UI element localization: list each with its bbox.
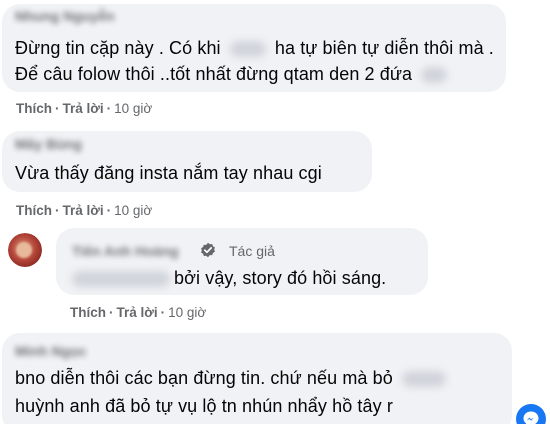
comment-text: ha tự biên tự diễn thôi mà .	[274, 38, 494, 58]
separator: ·	[106, 203, 112, 218]
comment-author[interactable]: Minh Ngọc	[15, 343, 87, 359]
redacted-name	[421, 67, 448, 84]
separator: ·	[55, 203, 60, 218]
separator: ·	[55, 101, 60, 116]
like-link[interactable]: Thích	[16, 101, 52, 116]
comment-text: huỳnh anh đã bỏ tự vụ lộ tn nhún nhẩy hồ…	[15, 396, 393, 416]
comment-text-line: bno diễn thôi các bạn đừng tin. chứ nếu …	[15, 368, 446, 389]
mention-tag[interactable]	[72, 271, 170, 288]
verified-check-icon	[200, 242, 216, 258]
timestamp[interactable]: 10 giờ	[114, 203, 152, 218]
separator: ·	[106, 101, 112, 116]
comment-actions: Thích · Trả lời · 10 giờ	[16, 101, 152, 116]
comment-text: bno diễn thôi các bạn đừng tin. chứ nếu …	[15, 368, 393, 388]
comment-text-line: Đừng tin cặp này . Có khi ha tự biên tự …	[15, 38, 494, 59]
comment-text-line: huỳnh anh đã bỏ tự vụ lộ tn nhún nhẩy hồ…	[15, 396, 393, 417]
messenger-icon[interactable]	[516, 404, 546, 424]
reply-link[interactable]: Trả lời	[117, 305, 158, 320]
avatar-face	[16, 242, 32, 258]
reply-link[interactable]: Trả lời	[63, 101, 104, 116]
comment-text-line: Để câu folow thôi ..tốt nhất đừng qtam d…	[15, 64, 448, 85]
avatar[interactable]	[8, 233, 42, 267]
comment-text: Vừa thấy đăng insta nắm tay nhau cgi	[15, 163, 322, 183]
timestamp[interactable]: 10 giờ	[114, 101, 152, 116]
redacted-name	[229, 41, 266, 58]
timestamp[interactable]: 10 giờ	[168, 305, 206, 320]
reply-text-line: bởi vậy, story đó hồi sáng.	[72, 268, 386, 289]
reply-text: bởi vậy, story đó hồi sáng.	[174, 268, 387, 288]
comment-author[interactable]: Mây Bùng	[15, 136, 82, 152]
reply-actions: Thích · Trả lời · 10 giờ	[70, 305, 206, 320]
reply-link[interactable]: Trả lời	[63, 203, 104, 218]
comment-text-line: Vừa thấy đăng insta nắm tay nhau cgi	[15, 163, 322, 184]
like-link[interactable]: Thích	[16, 203, 52, 218]
comment-author[interactable]: Nhung Nguyễn	[15, 8, 115, 24]
reply-author[interactable]: Tiên Anh Hoàng	[72, 243, 179, 259]
author-badge: Tác giả	[229, 243, 275, 259]
comment-actions: Thích · Trả lời · 10 giờ	[16, 203, 152, 218]
redacted-name	[401, 371, 446, 388]
like-link[interactable]: Thích	[70, 305, 106, 320]
comment-text: Đừng tin cặp này . Có khi	[15, 38, 221, 58]
separator: ·	[160, 305, 166, 320]
separator: ·	[109, 305, 114, 320]
comment-text: Để câu folow thôi ..tốt nhất đừng qtam d…	[15, 64, 413, 84]
